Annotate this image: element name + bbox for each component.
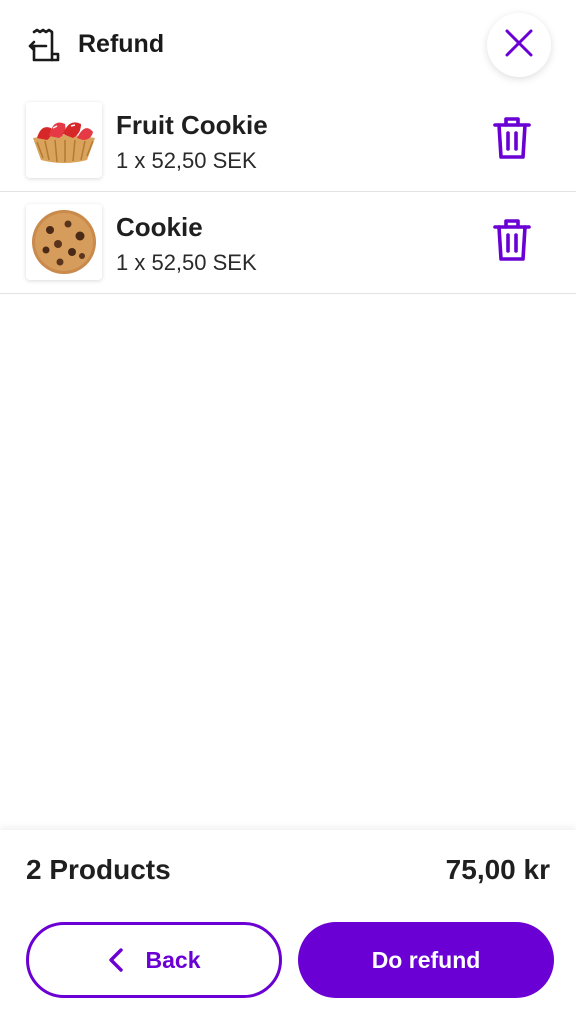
- header: Refund: [0, 0, 576, 92]
- delete-item-button[interactable]: [490, 218, 534, 267]
- total-amount: 75,00 kr: [445, 854, 550, 885]
- do-refund-label: Do refund: [371, 946, 481, 973]
- strawberry-tart-image: [26, 102, 102, 178]
- close-button[interactable]: [487, 13, 551, 77]
- refund-item-list: Fruit Cookie 1 x 52,50 SEK Cookie 1 x 52…: [0, 90, 576, 294]
- back-button[interactable]: Back: [26, 922, 282, 998]
- item-detail: 1 x 52,50 SEK: [116, 250, 257, 275]
- close-icon: [504, 28, 534, 63]
- delete-item-button[interactable]: [490, 116, 534, 165]
- receipt-return-icon: [26, 28, 62, 64]
- page-title: Refund: [78, 30, 165, 58]
- item-name: Cookie: [116, 212, 203, 242]
- trash-icon: [492, 218, 532, 267]
- trash-icon: [492, 116, 532, 165]
- chocolate-chip-cookie-image: [26, 204, 102, 280]
- item-name: Fruit Cookie: [116, 110, 268, 140]
- chevron-left-icon: [108, 948, 124, 972]
- product-count: 2 Products: [26, 854, 171, 885]
- list-item: Cookie 1 x 52,50 SEK: [0, 192, 576, 294]
- footer: 2 Products 75,00 kr Back Do refund: [0, 830, 576, 1024]
- back-label: Back: [145, 946, 201, 973]
- item-detail: 1 x 52,50 SEK: [116, 148, 257, 173]
- list-item: Fruit Cookie 1 x 52,50 SEK: [0, 90, 576, 192]
- do-refund-button[interactable]: Do refund: [298, 922, 554, 998]
